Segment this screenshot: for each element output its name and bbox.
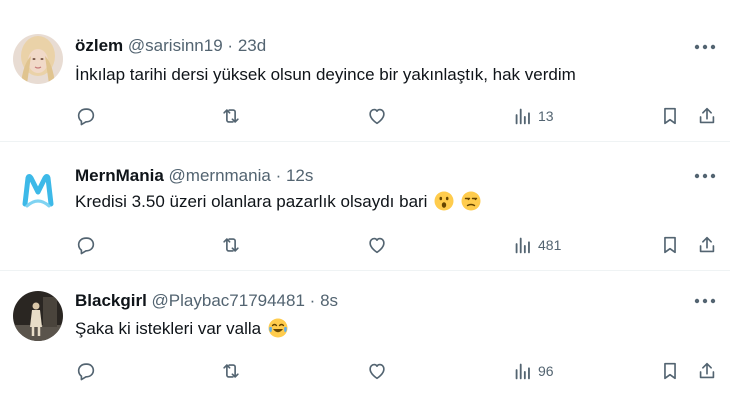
- views-chart-icon: [515, 108, 530, 125]
- more-options-icon[interactable]: [694, 296, 716, 306]
- share-icon: [699, 236, 715, 253]
- reply-icon: [77, 237, 95, 255]
- reply-icon: [77, 108, 95, 126]
- heart-icon: [369, 237, 385, 254]
- retweet-button[interactable]: [220, 232, 242, 258]
- tweet-text-body: İnkılap tarihi dersi yüksek olsun deyinc…: [75, 65, 576, 84]
- reply-button[interactable]: [75, 232, 97, 258]
- views-chart-icon: [515, 363, 530, 380]
- astonished-face-emoji: [434, 191, 454, 211]
- view-count: 13: [538, 108, 554, 124]
- crying-laughing-emoji: [268, 318, 288, 338]
- reply-button[interactable]: [75, 358, 97, 384]
- tweet[interactable]: Blackgirl @Playbac71794481 · 8s Şaka ki …: [0, 270, 730, 420]
- retweet-icon: [223, 109, 239, 123]
- more-options-icon[interactable]: [694, 171, 716, 181]
- separator: ·: [309, 291, 316, 310]
- like-button[interactable]: [366, 103, 388, 129]
- retweet-icon: [223, 364, 239, 378]
- tweet-actions: 13: [0, 103, 730, 129]
- user-handle[interactable]: @sarisinn19: [128, 36, 223, 55]
- timeline-feed: özlem @sarisinn19 · 23d İnkılap tarihi d…: [0, 0, 730, 420]
- display-name[interactable]: özlem: [75, 36, 123, 55]
- share-icon: [699, 362, 715, 379]
- unamused-face-emoji: [461, 191, 481, 211]
- avatar[interactable]: [13, 166, 63, 216]
- tweet-header: Blackgirl @Playbac71794481 · 8s: [75, 291, 338, 311]
- tweet-header: MernMania @mernmania · 12s: [75, 166, 313, 186]
- timestamp[interactable]: 8s: [320, 291, 338, 310]
- tweet[interactable]: özlem @sarisinn19 · 23d İnkılap tarihi d…: [0, 0, 730, 141]
- share-button[interactable]: [696, 358, 718, 384]
- views-chart-icon: [515, 237, 530, 254]
- user-handle[interactable]: @Playbac71794481: [152, 291, 305, 310]
- tweet-text: İnkılap tarihi dersi yüksek olsun deyinc…: [75, 64, 576, 86]
- views-button[interactable]: 481: [512, 232, 561, 258]
- bookmark-icon: [664, 362, 676, 380]
- bookmark-button[interactable]: [659, 232, 681, 258]
- bookmark-icon: [664, 107, 676, 125]
- avatar[interactable]: [13, 291, 63, 341]
- views-button[interactable]: 13: [512, 103, 554, 129]
- heart-icon: [369, 108, 385, 125]
- tweet-actions: 96: [0, 358, 730, 384]
- share-button[interactable]: [696, 232, 718, 258]
- like-button[interactable]: [366, 358, 388, 384]
- tweet-text-body: Şaka ki istekleri var valla: [75, 319, 262, 338]
- retweet-button[interactable]: [220, 103, 242, 129]
- bookmark-icon: [664, 236, 676, 254]
- timestamp[interactable]: 23d: [238, 36, 266, 55]
- view-count: 481: [538, 237, 562, 253]
- reply-icon: [77, 363, 95, 381]
- tweet-text-body: Kredisi 3.50 üzeri olanlara pazarlık ols…: [75, 192, 428, 211]
- share-icon: [699, 107, 715, 124]
- heart-icon: [369, 363, 385, 380]
- display-name[interactable]: Blackgirl: [75, 291, 147, 310]
- timestamp[interactable]: 12s: [286, 166, 313, 185]
- reply-button[interactable]: [75, 103, 97, 129]
- more-options-icon[interactable]: [694, 42, 716, 52]
- tweet-text: Kredisi 3.50 üzeri olanlara pazarlık ols…: [75, 191, 481, 213]
- bookmark-button[interactable]: [659, 103, 681, 129]
- retweet-icon: [223, 238, 239, 252]
- tweet-header: özlem @sarisinn19 · 23d: [75, 36, 266, 56]
- separator: ·: [275, 166, 282, 185]
- like-button[interactable]: [366, 232, 388, 258]
- share-button[interactable]: [696, 103, 718, 129]
- retweet-button[interactable]: [220, 358, 242, 384]
- tweet-text: Şaka ki istekleri var valla: [75, 318, 288, 340]
- bookmark-button[interactable]: [659, 358, 681, 384]
- views-button[interactable]: 96: [512, 358, 554, 384]
- view-count: 96: [538, 363, 554, 379]
- tweet-actions: 481: [0, 232, 730, 258]
- avatar[interactable]: [13, 34, 63, 84]
- separator: ·: [227, 36, 234, 55]
- tweet[interactable]: MernMania @mernmania · 12s Kredisi 3.50 …: [0, 141, 730, 270]
- display-name[interactable]: MernMania: [75, 166, 164, 185]
- user-handle[interactable]: @mernmania: [169, 166, 271, 185]
